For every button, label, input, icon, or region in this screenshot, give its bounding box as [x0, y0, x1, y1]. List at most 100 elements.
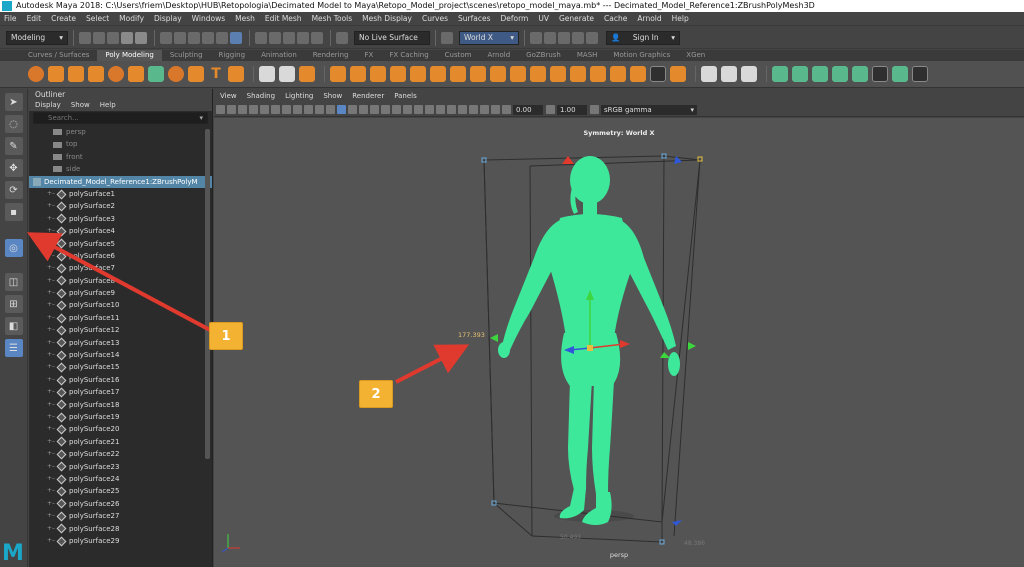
four-view-icon[interactable]: ⊞	[4, 295, 23, 313]
outliner-surface-item[interactable]: +– polySurface19	[29, 411, 212, 423]
super-shape-icon[interactable]: T	[208, 66, 224, 82]
outliner-surface-item[interactable]: +– polySurface5	[29, 238, 212, 250]
xray-icon[interactable]	[469, 105, 478, 114]
color-space-dropdown[interactable]: sRGB gamma ▾	[601, 104, 697, 115]
use-all-lights-icon[interactable]	[392, 105, 401, 114]
outliner-menu-help[interactable]: Help	[100, 100, 116, 111]
shelf-tab-fx[interactable]: FX	[357, 50, 382, 61]
outliner-camera-item[interactable]: persp	[29, 126, 212, 138]
open-scene-icon[interactable]	[93, 31, 105, 44]
field-chart-icon[interactable]	[326, 105, 335, 114]
expand-icon[interactable]: +–	[47, 361, 55, 373]
outliner-surface-item[interactable]: +– polySurface27	[29, 510, 212, 522]
outliner-surface-item[interactable]: +– polySurface24	[29, 473, 212, 485]
camera-attributes-icon[interactable]	[227, 105, 236, 114]
face-mode-icon[interactable]	[230, 31, 242, 44]
delete-edge-icon[interactable]	[650, 66, 666, 82]
platonic-solid-icon[interactable]	[168, 66, 184, 82]
duplicate-face-icon[interactable]	[610, 66, 626, 82]
single-perspective-view-icon[interactable]: ◫	[4, 273, 23, 291]
live-surface-field[interactable]: No Live Surface	[354, 30, 430, 45]
multisample-aa-icon[interactable]	[436, 105, 445, 114]
outliner-surface-item[interactable]: +– polySurface2	[29, 200, 212, 212]
uv-cylindrical-icon[interactable]	[792, 66, 808, 82]
expand-icon[interactable]: +–	[47, 225, 55, 237]
isolate-select-icon[interactable]	[458, 105, 467, 114]
uv-planar-icon[interactable]	[772, 66, 788, 82]
outliner-surface-item[interactable]: +– polySurface4	[29, 225, 212, 237]
poly-disc-icon[interactable]	[148, 66, 164, 82]
symmetry-dropdown[interactable]: World X ▾	[459, 30, 519, 45]
screen-space-ao-icon[interactable]	[414, 105, 423, 114]
bookmarks-icon[interactable]	[238, 105, 247, 114]
outliner-surface-item[interactable]: +– polySurface16	[29, 374, 212, 386]
grid-icon[interactable]	[282, 105, 291, 114]
viewport-menu-shading[interactable]: Shading	[247, 92, 275, 100]
image-plane-icon[interactable]	[249, 105, 258, 114]
poly-cube-icon[interactable]	[48, 66, 64, 82]
collapse-icon[interactable]	[510, 66, 526, 82]
expand-icon[interactable]: +–	[47, 200, 55, 212]
viewport-menu-lighting[interactable]: Lighting	[285, 92, 313, 100]
lasso-tool-icon[interactable]: ◌	[4, 115, 23, 133]
outliner-surface-item[interactable]: +– polySurface6	[29, 250, 212, 262]
viewport-menu-view[interactable]: View	[220, 92, 237, 100]
outliner-camera-item[interactable]: side	[29, 163, 212, 175]
mirror-icon[interactable]	[370, 66, 386, 82]
uv-unfold-icon[interactable]	[892, 66, 908, 82]
menu-select[interactable]: Select	[86, 14, 109, 23]
motion-blur-icon[interactable]	[425, 105, 434, 114]
poly-sphere-icon[interactable]	[28, 66, 44, 82]
menu-create[interactable]: Create	[51, 14, 76, 23]
uv-spherical-icon[interactable]	[812, 66, 828, 82]
menu-arnold[interactable]: Arnold	[637, 14, 661, 23]
mode-dropdown[interactable]: Modeling ▾	[6, 30, 68, 45]
poly-cylinder-icon[interactable]	[68, 66, 84, 82]
outliner-menu-display[interactable]: Display	[35, 100, 61, 111]
outliner-surface-item[interactable]: +– polySurface13	[29, 337, 212, 349]
menu-deform[interactable]: Deform	[500, 14, 528, 23]
expand-icon[interactable]: +–	[47, 473, 55, 485]
menu-edit[interactable]: Edit	[27, 14, 42, 23]
uv-camera-based-icon[interactable]	[852, 66, 868, 82]
menu-edit-mesh[interactable]: Edit Mesh	[265, 14, 302, 23]
quad-draw-icon[interactable]	[670, 66, 686, 82]
wireframe-icon[interactable]	[337, 105, 346, 114]
gamma-field[interactable]: 1.00	[557, 104, 587, 115]
sign-in-button[interactable]: 👤 Sign In ▾	[606, 30, 680, 45]
select-component-icon[interactable]	[188, 31, 200, 44]
extract-icon[interactable]	[350, 66, 366, 82]
shelf-tab-mash[interactable]: MASH	[569, 50, 606, 61]
expand-icon[interactable]: +–	[47, 299, 55, 311]
outliner-reference-item[interactable]: Decimated_Model_Reference1:ZBrushPolyM	[29, 175, 212, 188]
vertex-mode-icon[interactable]	[202, 31, 214, 44]
snap-live-icon[interactable]	[311, 31, 323, 44]
multi-cut-icon[interactable]	[701, 66, 717, 82]
rotate-tool-icon[interactable]: ⟳	[4, 181, 23, 199]
move-tool-icon[interactable]: ✥	[4, 159, 23, 177]
shelf-tab-fx-caching[interactable]: FX Caching	[381, 50, 436, 61]
persp-outliner-icon[interactable]: ◧	[4, 317, 23, 335]
outliner-surface-item[interactable]: +– polySurface29	[29, 535, 212, 547]
outliner-surface-item[interactable]: +– polySurface21	[29, 436, 212, 448]
expand-icon[interactable]: +–	[47, 324, 55, 336]
perspective-viewport[interactable]: Symmetry: World X 177.393 50.493 48.386 …	[214, 118, 1024, 567]
snap-curve-icon[interactable]	[269, 31, 281, 44]
new-scene-icon[interactable]	[79, 31, 91, 44]
snap-view-plane-icon[interactable]	[297, 31, 309, 44]
menu-file[interactable]: File	[4, 14, 17, 23]
outliner-surface-item[interactable]: +– polySurface9	[29, 287, 212, 299]
outliner-surface-item[interactable]: +– polySurface20	[29, 423, 212, 435]
select-hierarchy-icon[interactable]	[160, 31, 172, 44]
smooth-icon[interactable]	[299, 66, 315, 82]
outliner-scrollbar[interactable]	[205, 129, 210, 459]
shelf-tab-rigging[interactable]: Rigging	[211, 50, 254, 61]
expand-icon[interactable]: +–	[47, 436, 55, 448]
textured-icon[interactable]	[381, 105, 390, 114]
uv-automatic-icon[interactable]	[832, 66, 848, 82]
expand-icon[interactable]: +–	[47, 287, 55, 299]
magnet-icon[interactable]	[336, 31, 348, 44]
shelf-tab-curves-surfaces[interactable]: Curves / Surfaces	[20, 50, 97, 61]
extrude-icon[interactable]	[410, 66, 426, 82]
use-default-material-icon[interactable]	[359, 105, 368, 114]
